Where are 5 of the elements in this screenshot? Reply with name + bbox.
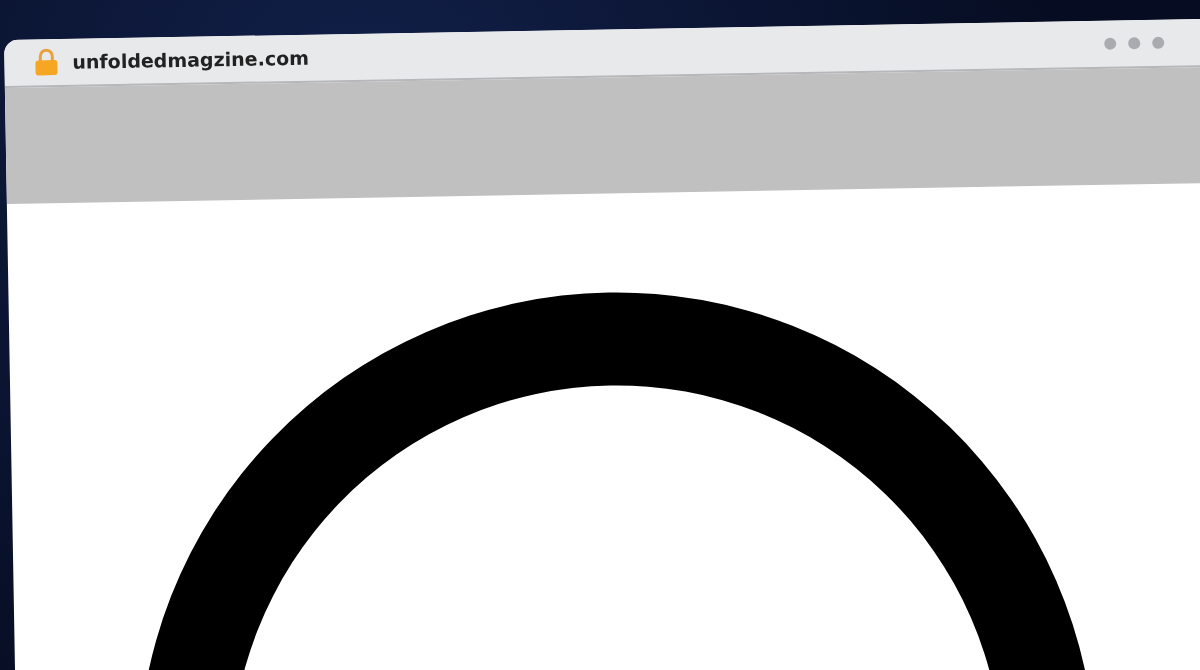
window-control-icon[interactable] bbox=[1128, 37, 1141, 50]
window-control-icon[interactable] bbox=[1104, 37, 1117, 50]
url-text[interactable]: unfoldedmagzine.com bbox=[72, 46, 310, 73]
padlock-icon bbox=[34, 48, 59, 77]
window-control-icon[interactable] bbox=[1152, 36, 1165, 49]
